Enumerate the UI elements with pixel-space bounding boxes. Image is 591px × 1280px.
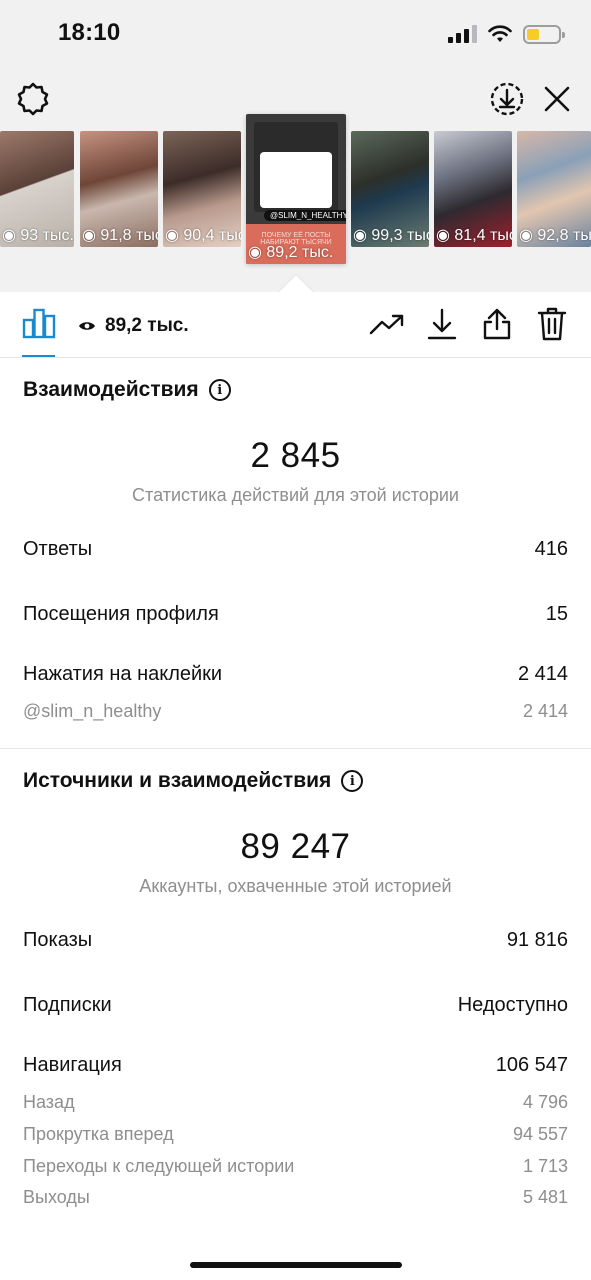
thumbnail-views: ◉ 93 тыс. [2,227,74,244]
views-count: 89,2 тыс. [78,315,189,337]
info-icon[interactable]: i [208,379,231,401]
thumbnail-views: ◉ 99,3 тыс. [353,227,429,244]
reach-total: 89 247 [240,827,351,866]
stat-sublabel: @slim_n_healthy [23,701,162,721]
thumbnail-views: ◉ 81,4 тыс. [436,227,512,244]
battery-icon [523,24,565,44]
insights-action-bar: 89,2 тыс. [0,292,591,358]
active-tab-indicator [22,355,55,357]
thumbnail-views: ◉ 89,2 тыс. [248,244,334,261]
stat-subrow-back: Назад 4 796 [23,1092,568,1113]
eye-icon [79,322,95,330]
stat-label: Нажатия на наклейки [23,663,223,685]
download-circle-icon[interactable] [488,80,526,118]
interactions-total: 2 845 [250,436,341,475]
interactions-title-text: Взаимодействия [23,378,199,401]
stat-row-navigation: Навигация 106 547 [23,1054,568,1077]
stat-value: 15 [545,603,568,625]
story-thumbnail[interactable]: ◉ 92,8 тыс. [517,131,591,247]
status-bar: 18:10 [0,0,591,66]
story-thumbnail[interactable]: ◉ 99,3 тыс. [351,131,429,247]
home-indicator[interactable] [190,1262,402,1268]
share-icon[interactable] [480,305,514,343]
stat-subrow-forward: Прокрутка вперед 94 557 [23,1124,568,1145]
stat-subrow-next-story: Переходы к следующей истории 1 713 [23,1156,568,1177]
thumbnail-card [260,152,332,208]
stat-label: Навигация [23,1054,122,1076]
stat-sublabel: Прокрутка вперед [23,1124,174,1144]
stat-value: Недоступно [457,994,568,1016]
stat-row-impressions: Показы 91 816 [23,929,568,952]
story-thumbnail[interactable]: ◉ 91,8 тыс. [80,131,158,247]
status-icons [448,22,565,46]
reach-section-title: Источники и взаимодействия i [23,769,364,793]
stat-value: 2 414 [517,663,568,685]
story-thumbnail-selected[interactable]: @SLIM_N_HEALTHY ПОЧЕМУ ЕЁ ПОСТЫ НАБИРАЮТ… [246,114,346,264]
story-thumbnail[interactable]: ◉ 90,4 тыс. [163,131,241,247]
stat-value: 91 816 [506,929,568,951]
stat-label: Показы [23,929,93,951]
trash-icon[interactable] [535,305,569,343]
stat-sublabel: Переходы к следующей истории [23,1156,295,1176]
section-divider [0,748,591,749]
wifi-icon [488,25,512,42]
stat-sublabel: Назад [23,1092,75,1112]
thumbnail-views: ◉ 92,8 тыс. [519,227,591,244]
stat-subrow-sticker-account: @slim_n_healthy 2 414 [23,701,568,722]
stat-subvalue: 94 557 [512,1124,568,1144]
settings-gear-icon[interactable] [14,80,52,118]
stat-subvalue: 4 796 [522,1092,568,1112]
stat-subrow-exits: Выходы 5 481 [23,1187,568,1208]
reach-title-text: Источники и взаимодействия [23,769,332,792]
stat-row-sticker-taps: Нажатия на наклейки 2 414 [23,663,568,686]
story-thumbnail[interactable]: ◉ 81,4 тыс. [434,131,512,247]
thumbnail-tag: @SLIM_N_HEALTHY [264,210,346,221]
stat-subvalue: 2 414 [522,701,568,721]
stat-value: 416 [534,538,568,560]
interactions-section-title: Взаимодействия i [23,378,231,402]
stat-label: Посещения профиля [23,603,219,625]
stat-subvalue: 1 713 [522,1156,568,1176]
story-thumbnails-strip: ◉ 93 тыс. ◉ 91,8 тыс. ◉ 90,4 тыс. @SLIM_… [0,114,591,274]
stat-row-replies: Ответы 416 [23,538,568,561]
stat-value: 106 547 [495,1054,568,1076]
thumbnail-views: ◉ 91,8 тыс. [82,227,158,244]
stat-label: Подписки [23,994,112,1016]
trending-up-icon[interactable] [368,309,406,339]
stat-sublabel: Выходы [23,1187,90,1207]
reach-subtitle: Аккаунты, охваченные этой историей [139,876,452,896]
stat-row-follows: Подписки Недоступно [23,994,568,1017]
info-icon[interactable]: i [341,770,364,792]
stat-row-profile-visits: Посещения профиля 15 [23,603,568,626]
stat-label: Ответы [23,538,93,560]
interactions-subtitle: Статистика действий для этой истории [132,485,459,505]
cellular-signal-icon [448,25,477,43]
close-icon[interactable] [540,82,574,116]
stat-subvalue: 5 481 [522,1187,568,1207]
thumbnail-views: ◉ 90,4 тыс. [165,227,241,244]
bar-chart-icon[interactable] [22,306,56,340]
download-icon[interactable] [425,306,459,342]
status-time: 18:10 [58,19,121,46]
views-number: 89,2 тыс. [105,315,189,336]
story-thumbnail[interactable]: ◉ 93 тыс. [0,131,74,247]
